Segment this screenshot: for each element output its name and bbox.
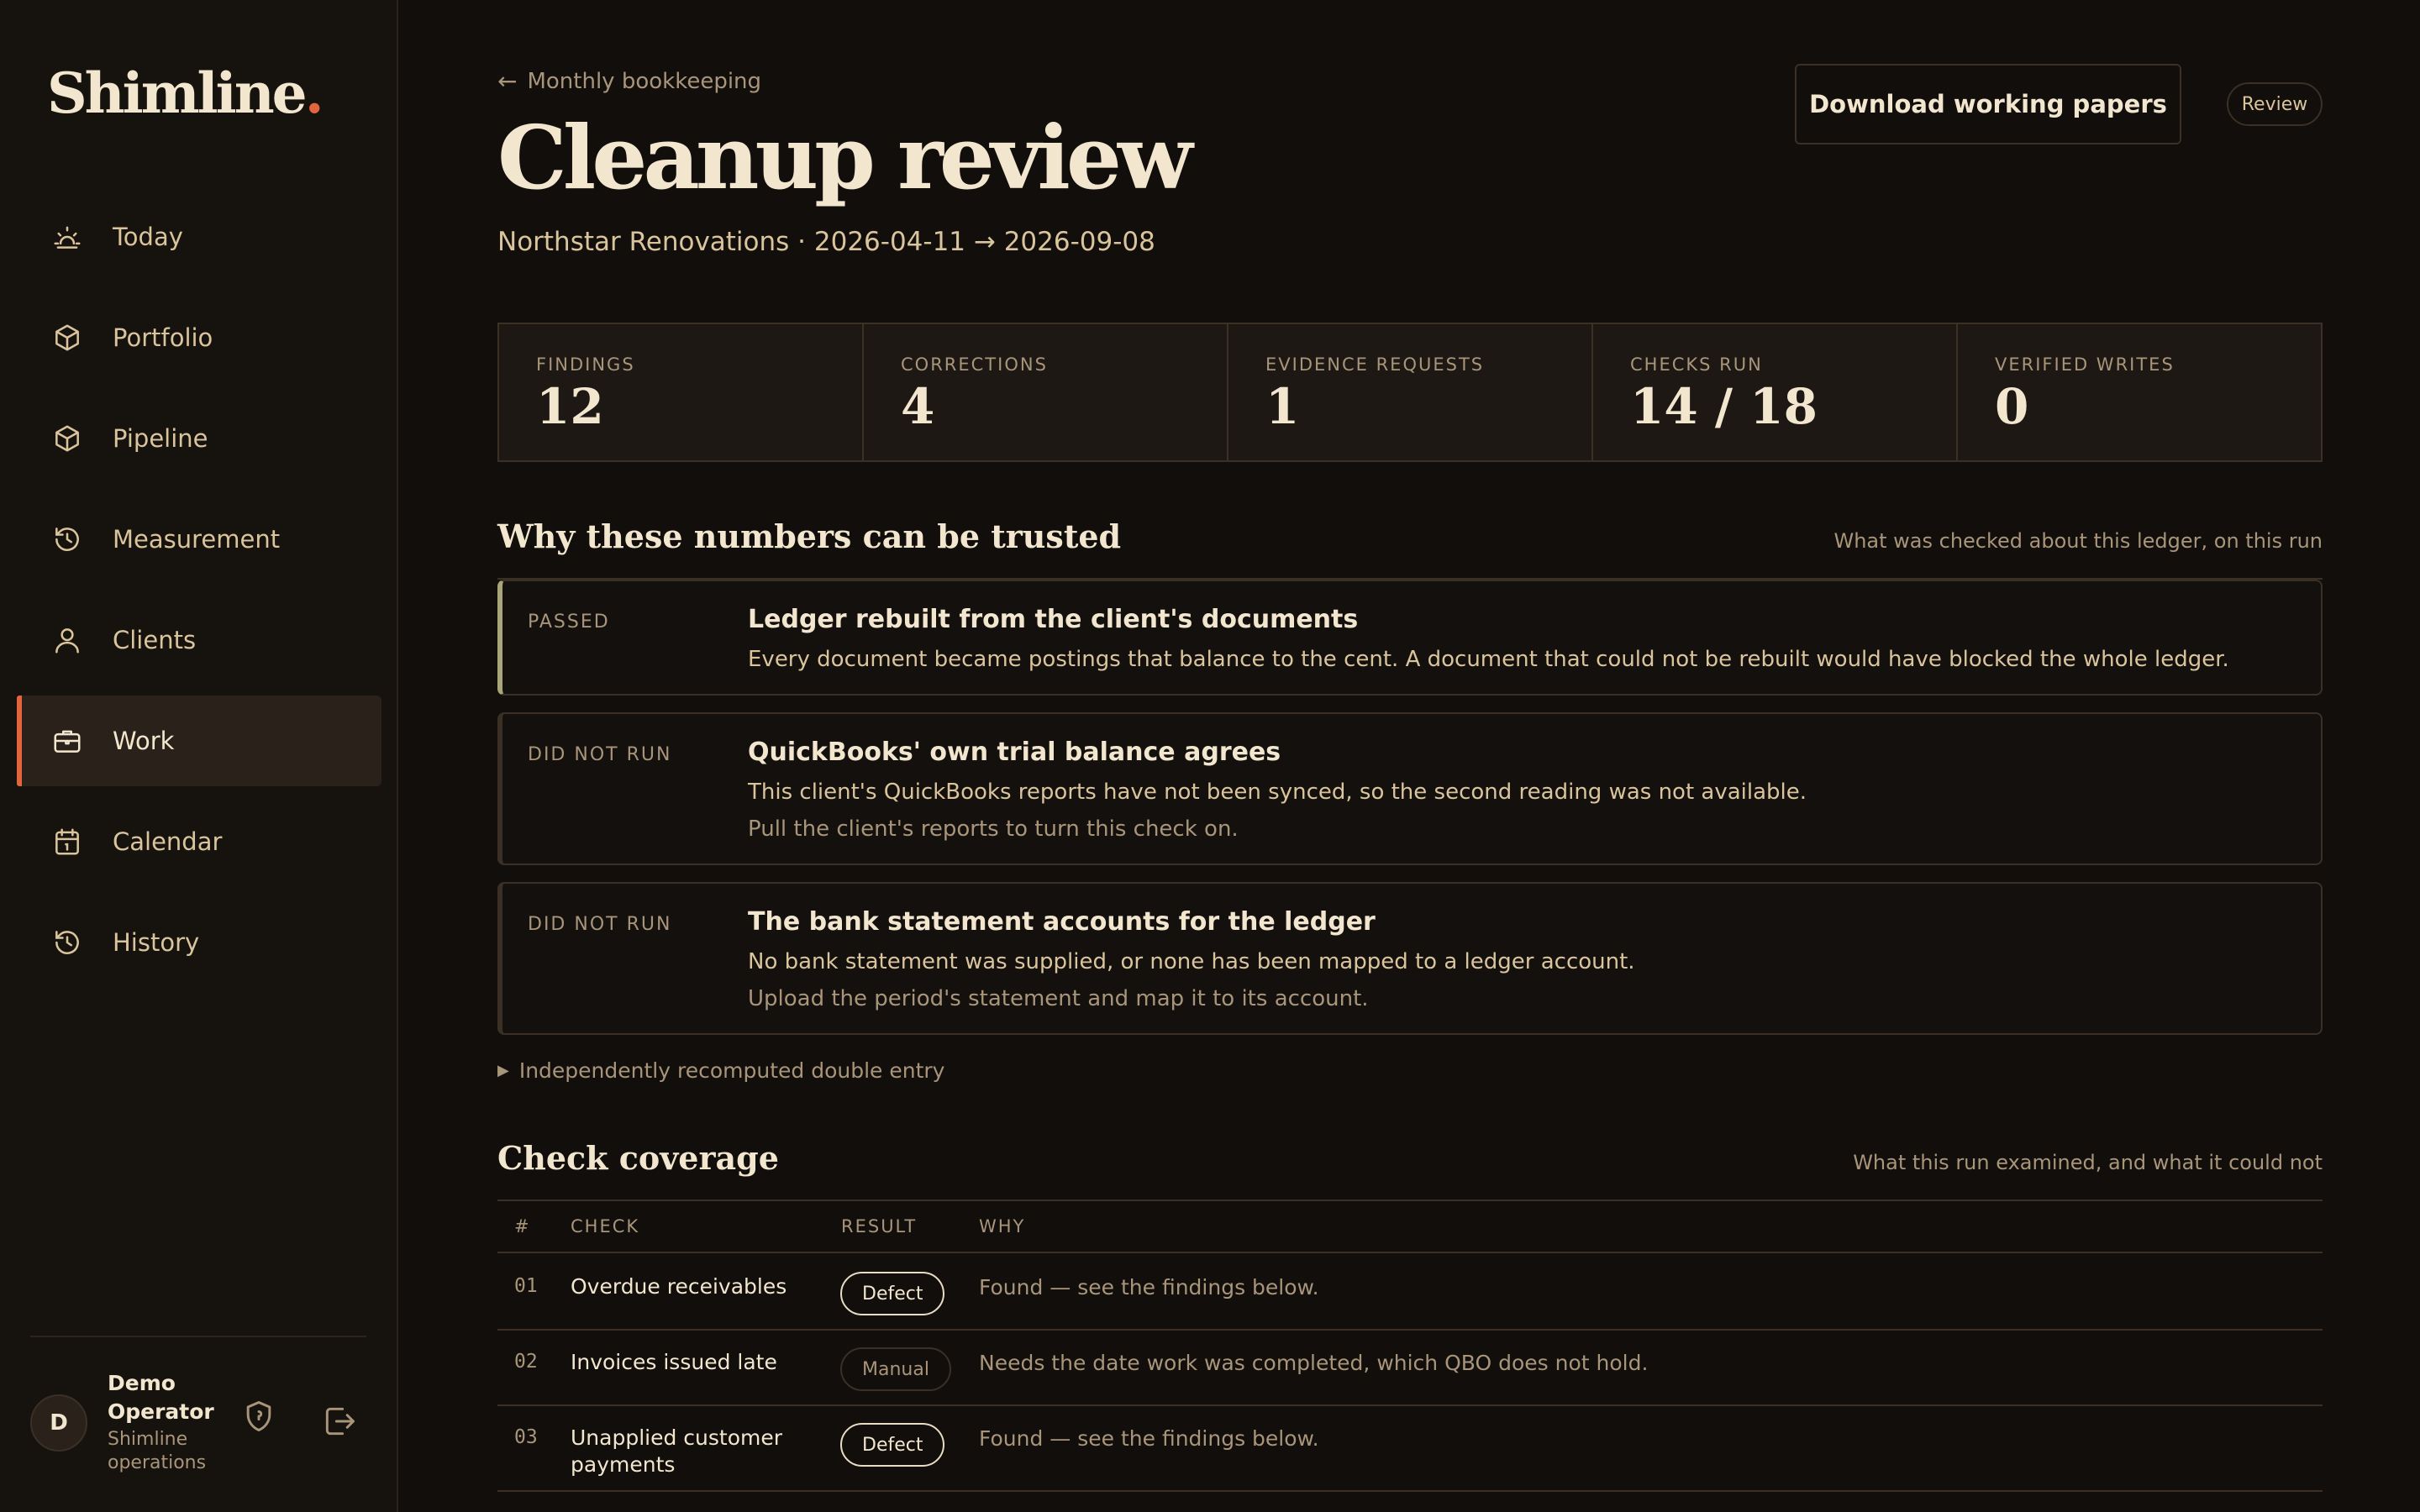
row-number: 03 [514,1426,538,1448]
history-icon [50,926,84,959]
row-why: Found — see the findings below. [979,1426,1319,1451]
history-icon [50,522,84,556]
stat-value: 12 [536,378,604,435]
card-title: QuickBooks' own trial balance agrees [748,738,1281,767]
logout-icon[interactable] [321,1403,358,1440]
box-icon [50,422,84,455]
sidebar-item-measurement[interactable]: Measurement [17,494,381,585]
double-entry-disclosure[interactable]: ▶ Independently recomputed double entry [497,1058,944,1083]
card-title: The bank statement accounts for the ledg… [748,907,1376,937]
stat-verified-writes: Verified writes 0 [1958,324,2321,460]
shield-icon[interactable] [240,1398,277,1435]
column-header-result: RESULT [841,1216,918,1236]
row-number: 01 [514,1275,538,1297]
stat-label: Findings [536,354,635,375]
sidebar-item-label: Calendar [113,827,223,856]
calendar-icon [50,825,84,858]
user-org: Shimline operations [108,1429,207,1473]
row-why: Found — see the findings below. [979,1275,1319,1299]
briefcase-icon [50,724,84,758]
row-check: Overdue receivables [571,1274,787,1299]
page-title: Cleanup review [497,106,1193,209]
card-hint: Upload the period's statement and map it… [748,986,1369,1011]
stat-value: 14 / 18 [1630,378,1818,435]
card-text: This client's QuickBooks reports have no… [748,780,1807,805]
trust-card-bank-statement: DID NOT RUN The bank statement accounts … [497,882,2323,1035]
coverage-section-note: What this run examined, and what it coul… [1853,1151,2323,1174]
sidebar-item-calendar[interactable]: Calendar [17,796,381,887]
sidebar-item-label: Pipeline [113,424,208,453]
stats-bar: Findings 12 Corrections 4 Evidence reque… [497,323,2323,462]
row-check: Invoices issued late [571,1350,777,1374]
status-badge: Review [2227,82,2323,126]
breadcrumb-label: Monthly bookkeeping [527,68,762,94]
column-header-num: # [514,1216,531,1236]
stat-value: 1 [1265,378,1300,435]
breadcrumb[interactable]: ← Monthly bookkeeping [497,67,761,95]
sidebar-divider [30,1336,366,1337]
sidebar-item-label: Portfolio [113,323,213,352]
card-title: Ledger rebuilt from the client's documen… [748,605,1359,634]
triangle-right-icon: ▶ [497,1062,509,1079]
avatar[interactable]: D [30,1394,87,1452]
table-row: 02 Invoices issued late Manual Needs the… [497,1331,2323,1406]
result-badge: Defect [840,1272,945,1315]
sidebar: Shimline. Today Portfolio Pipeline Measu… [0,0,398,1512]
stat-label: Corrections [901,354,1048,375]
sidebar-nav: Today Portfolio Pipeline Measurement Cli… [17,192,381,998]
coverage-section-title: Check coverage [497,1139,779,1177]
sidebar-item-label: Clients [113,626,197,654]
user-panel: D Demo Operator Shimline operations [30,1369,375,1487]
sidebar-item-label: History [113,928,200,957]
table-row: 01 Overdue receivables Defect Found — se… [497,1255,2323,1331]
stat-value: 0 [1995,378,2029,435]
column-header-check: CHECK [571,1216,640,1236]
card-text: No bank statement was supplied, or none … [748,949,1635,974]
row-number: 02 [514,1351,538,1373]
sidebar-item-work[interactable]: Work [17,696,381,786]
sidebar-item-portfolio[interactable]: Portfolio [17,292,381,383]
trust-card-quickbooks-trial-balance: DID NOT RUN QuickBooks' own trial balanc… [497,712,2323,865]
column-header-why: WHY [979,1216,1026,1236]
sidebar-item-label: Measurement [113,525,281,554]
stat-findings: Findings 12 [499,324,864,460]
arrow-left-icon: ← [497,67,518,95]
sidebar-item-today[interactable]: Today [17,192,381,282]
coverage-table-header: # CHECK RESULT WHY [497,1201,2323,1253]
row-why: Needs the date work was completed, which… [979,1351,1649,1375]
trust-section-title: Why these numbers can be trusted [497,517,1122,555]
stat-label: Checks run [1630,354,1763,375]
logo-dot: . [304,60,324,126]
sidebar-item-clients[interactable]: Clients [17,595,381,685]
user-name: Demo Operator [108,1371,214,1424]
result-badge: Manual [840,1347,951,1391]
sidebar-item-pipeline[interactable]: Pipeline [17,393,381,484]
stat-label: Verified writes [1995,354,2175,375]
sun-icon [50,220,84,254]
sidebar-item-label: Work [113,727,175,755]
stat-corrections: Corrections 4 [864,324,1228,460]
stat-checks-run: Checks run 14 / 18 [1593,324,1958,460]
box-icon [50,321,84,354]
page-subtitle: Northstar Renovations · 2026-04-11 → 202… [497,227,1155,257]
stat-label: Evidence requests [1265,354,1485,375]
table-row: 03 Unapplied customer payments Defect Fo… [497,1406,2323,1492]
logo[interactable]: Shimline. [47,60,324,126]
stat-evidence-requests: Evidence requests 1 [1228,324,1593,460]
trust-card-ledger-rebuilt: PASSED Ledger rebuilt from the client's … [497,580,2323,696]
user-icon [50,623,84,657]
card-text: Every document became postings that bala… [748,647,2229,672]
card-status: DID NOT RUN [528,744,672,765]
card-status: DID NOT RUN [528,914,672,935]
result-badge: Defect [840,1423,945,1467]
disclosure-label: Independently recomputed double entry [518,1058,945,1083]
sidebar-item-label: Today [113,223,183,251]
stat-value: 4 [901,378,935,435]
trust-section-note: What was checked about this ledger, on t… [1833,529,2323,553]
card-hint: Pull the client's reports to turn this c… [748,816,1239,842]
sidebar-item-history[interactable]: History [17,897,381,988]
card-status: PASSED [528,612,610,633]
row-check: Unapplied customer payments [571,1425,783,1477]
download-working-papers-button[interactable]: Download working papers [1795,64,2181,144]
